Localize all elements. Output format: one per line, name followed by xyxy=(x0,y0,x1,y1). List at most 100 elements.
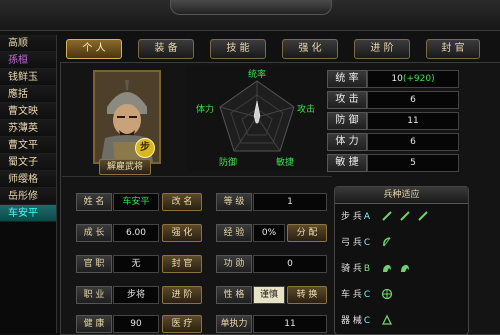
bow-icon xyxy=(383,237,391,247)
exp-value: 0% xyxy=(253,224,285,242)
general-list: 高顺 孫桓 钱鲜玉 應括 曹文映 苏薄英 曹文平 蜀文子 师缨格 岳彤修 车安平 xyxy=(0,35,57,333)
dismiss-general-button[interactable]: 解雇武将 xyxy=(99,159,151,175)
game-window: 高顺 孫桓 钱鲜玉 應括 曹文映 苏薄英 曹文平 蜀文子 师缨格 岳彤修 车安平… xyxy=(0,0,500,335)
title-tab xyxy=(170,0,332,15)
general-item[interactable]: 曹文映 xyxy=(0,103,56,120)
arm-name: 弓 兵 xyxy=(341,238,362,248)
stat-value: 11 xyxy=(367,112,459,130)
arm-name: 器 械 xyxy=(341,316,362,326)
stat-stamina: 体 力 6 xyxy=(327,133,477,151)
growth-label: 成 长 xyxy=(76,224,112,242)
arm-chariot: 车 兵C xyxy=(341,285,466,305)
general-item[interactable]: 高顺 xyxy=(0,35,56,52)
tab-skills[interactable]: 技 能 xyxy=(210,39,266,59)
arm-name: 骑 兵 xyxy=(341,264,362,274)
arms-adaptation-panel: 兵种适应 步 兵A 弓 兵C 骑 兵B 车 兵C 器 械 C xyxy=(334,186,469,335)
general-item[interactable]: 苏薄英 xyxy=(0,120,56,137)
arm-grade: B xyxy=(363,264,371,274)
arms-title: 兵种适应 xyxy=(335,187,468,204)
wheel-icon xyxy=(381,288,393,300)
merit-label: 功 勋 xyxy=(216,255,252,273)
bow-icons xyxy=(381,236,396,250)
attribute-radar: 统率 攻击 体力 防御 敏捷 xyxy=(186,65,328,171)
radar-label-attack: 攻击 xyxy=(297,105,316,115)
arm-grade: C xyxy=(363,316,371,326)
spear-icon xyxy=(400,211,410,221)
stat-value: 6 xyxy=(367,91,459,109)
assign-button[interactable]: 分 配 xyxy=(287,224,327,242)
tab-strengthen[interactable]: 强 化 xyxy=(282,39,338,59)
level-value: 1 xyxy=(253,193,327,211)
arm-grade: A xyxy=(363,212,371,222)
stat-label: 防 御 xyxy=(327,112,367,130)
exp-label: 经 验 xyxy=(216,224,252,242)
stat-attack: 攻 击 6 xyxy=(327,91,477,109)
stat-value: 10(+920) xyxy=(367,70,459,88)
arm-name: 车 兵 xyxy=(341,290,362,300)
level-label: 等 级 xyxy=(216,193,252,211)
arm-cavalry: 骑 兵B xyxy=(341,259,466,279)
convert-button[interactable]: 转 换 xyxy=(287,286,327,304)
troop-type-badge: 步 xyxy=(135,138,155,158)
stat-label: 统 率 xyxy=(327,70,367,88)
top-bar xyxy=(0,0,500,31)
arm-grade: C xyxy=(363,290,371,300)
growth-value: 6.00 xyxy=(113,224,159,242)
rank-value: 无 xyxy=(113,255,159,273)
horse-icons xyxy=(381,262,414,276)
tab-personal[interactable]: 个 人 xyxy=(66,39,122,59)
general-item-selected[interactable]: 车安平 xyxy=(0,205,56,222)
spear-icon xyxy=(382,211,392,221)
tab-appoint[interactable]: 封 官 xyxy=(426,39,480,59)
arm-grade: C xyxy=(363,238,371,248)
catapult-icons xyxy=(381,314,396,328)
trait-value: 谨慎 xyxy=(253,286,285,304)
stat-value: 5 xyxy=(367,154,459,172)
strengthen-button[interactable]: 强 化 xyxy=(162,224,202,242)
stat-label: 体 力 xyxy=(327,133,367,151)
radar-label-stamina: 体力 xyxy=(196,105,215,115)
stat-defense: 防 御 11 xyxy=(327,112,477,130)
general-item[interactable]: 孫桓 xyxy=(0,52,56,69)
horse-icon xyxy=(400,264,409,272)
job-label: 职 业 xyxy=(76,286,112,304)
general-item[interactable]: 师缨格 xyxy=(0,171,56,188)
radar-label-agility: 敏捷 xyxy=(276,158,295,168)
spear-icons xyxy=(381,210,432,224)
advance-button[interactable]: 进 阶 xyxy=(162,286,202,304)
tab-equipment[interactable]: 装 备 xyxy=(138,39,194,59)
name-label: 姓 名 xyxy=(76,193,112,211)
stat-agility: 敏 捷 5 xyxy=(327,154,477,172)
execution-label: 单执力 xyxy=(216,315,252,333)
general-item[interactable]: 曹文平 xyxy=(0,137,56,154)
health-label: 健 康 xyxy=(76,315,112,333)
name-value: 车安平 xyxy=(113,193,159,211)
health-value: 90 xyxy=(113,315,159,333)
radar-label-command: 统率 xyxy=(248,70,267,80)
general-item[interactable]: 岳彤修 xyxy=(0,188,56,205)
general-item[interactable]: 钱鲜玉 xyxy=(0,69,56,86)
arm-infantry: 步 兵A xyxy=(341,207,466,227)
appoint-button[interactable]: 封 官 xyxy=(162,255,202,273)
arm-name: 步 兵 xyxy=(341,212,362,222)
stat-label: 敏 捷 xyxy=(327,154,367,172)
spear-icon xyxy=(418,211,428,221)
general-item[interactable]: 蜀文子 xyxy=(0,154,56,171)
wheel-icons xyxy=(381,288,396,302)
catapult-icon xyxy=(381,314,393,325)
tab-advance[interactable]: 进 阶 xyxy=(354,39,410,59)
job-value: 步将 xyxy=(113,286,159,304)
rename-button[interactable]: 改 名 xyxy=(162,193,202,211)
heal-button[interactable]: 医 疗 xyxy=(162,315,202,333)
general-portrait: 步 xyxy=(93,70,161,164)
stat-label: 攻 击 xyxy=(327,91,367,109)
trait-label: 性 格 xyxy=(216,286,252,304)
arm-siege: 器 械C xyxy=(341,311,466,331)
horse-icon xyxy=(383,264,391,272)
execution-value: 11 xyxy=(253,315,327,333)
arm-archer: 弓 兵C xyxy=(341,233,466,253)
general-item[interactable]: 應括 xyxy=(0,86,56,103)
radar-label-defense: 防御 xyxy=(219,158,238,168)
radar-chart xyxy=(219,80,295,152)
divider xyxy=(62,176,332,177)
